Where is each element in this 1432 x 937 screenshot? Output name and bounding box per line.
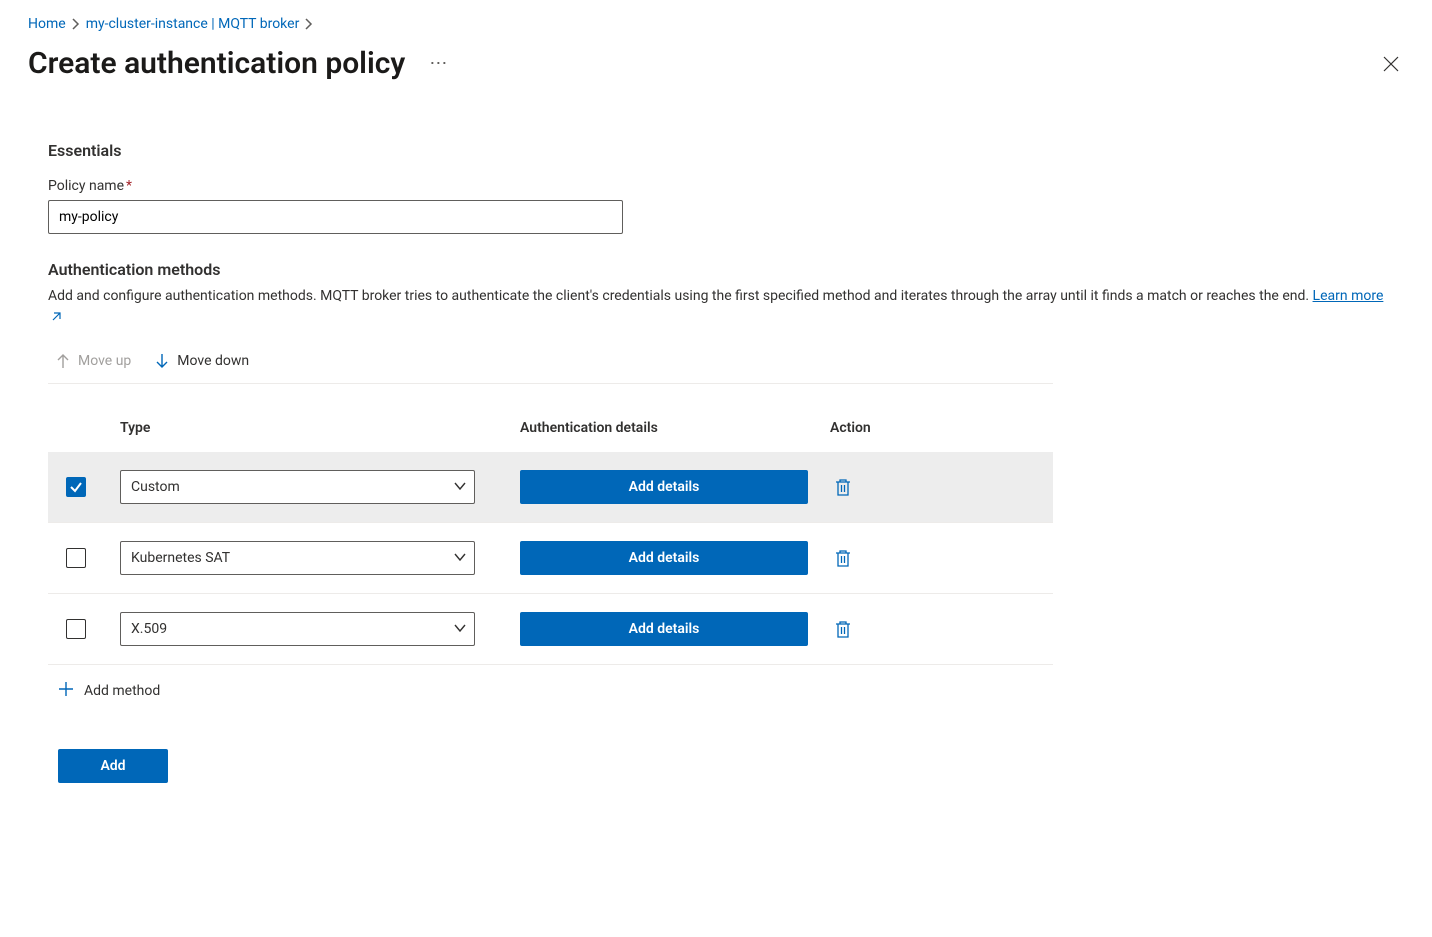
policy-name-input[interactable]: [48, 200, 623, 234]
table-row: X.509 Add details: [48, 593, 1053, 664]
breadcrumb-context[interactable]: my-cluster-instance | MQTT broker: [86, 16, 300, 32]
row-checkbox[interactable]: [66, 548, 86, 568]
trash-icon: [834, 477, 852, 497]
type-select[interactable]: Custom: [120, 470, 475, 504]
move-up-button[interactable]: Move up: [56, 353, 131, 369]
add-details-button[interactable]: Add details: [520, 541, 808, 575]
delete-row-button[interactable]: [830, 473, 856, 501]
close-button[interactable]: [1378, 51, 1404, 77]
trash-icon: [834, 548, 852, 568]
essentials-heading: Essentials: [48, 141, 1388, 160]
external-link-icon: [50, 308, 62, 330]
title-row: Create authentication policy ⋯: [28, 46, 1404, 81]
breadcrumb: Home my-cluster-instance | MQTT broker: [28, 16, 1404, 32]
check-icon: [69, 480, 83, 494]
required-asterisk: *: [126, 178, 132, 194]
col-header-action: Action: [822, 384, 1053, 452]
delete-row-button[interactable]: [830, 544, 856, 572]
add-button[interactable]: Add: [58, 749, 168, 783]
arrow-up-icon: [56, 353, 70, 369]
col-header-details: Authentication details: [512, 384, 822, 452]
chevron-right-icon: [305, 18, 313, 30]
table-row: Kubernetes SAT Add details: [48, 522, 1053, 593]
add-details-button[interactable]: Add details: [520, 612, 808, 646]
auth-methods-heading: Authentication methods: [48, 260, 1388, 279]
auth-methods-description: Add and configure authentication methods…: [48, 285, 1388, 331]
auth-methods-table: Type Authentication details Action Custo…: [48, 384, 1053, 665]
type-select[interactable]: X.509: [120, 612, 475, 646]
plus-icon: [58, 681, 74, 701]
table-row: Custom Add details: [48, 452, 1053, 523]
more-actions-button[interactable]: ⋯: [423, 51, 453, 77]
row-checkbox[interactable]: [66, 619, 86, 639]
delete-row-button[interactable]: [830, 615, 856, 643]
add-details-button[interactable]: Add details: [520, 470, 808, 504]
reorder-toolbar: Move up Move down: [48, 349, 1053, 384]
chevron-right-icon: [72, 18, 80, 30]
type-select[interactable]: Kubernetes SAT: [120, 541, 475, 575]
page-title: Create authentication policy: [28, 46, 405, 81]
arrow-down-icon: [155, 353, 169, 369]
row-checkbox[interactable]: [66, 477, 86, 497]
trash-icon: [834, 619, 852, 639]
close-icon: [1382, 55, 1400, 73]
breadcrumb-home[interactable]: Home: [28, 16, 66, 32]
policy-name-label: Policy name*: [48, 178, 1388, 194]
add-method-button[interactable]: Add method: [48, 665, 1053, 701]
move-down-button[interactable]: Move down: [155, 353, 249, 369]
col-header-type: Type: [112, 384, 512, 452]
